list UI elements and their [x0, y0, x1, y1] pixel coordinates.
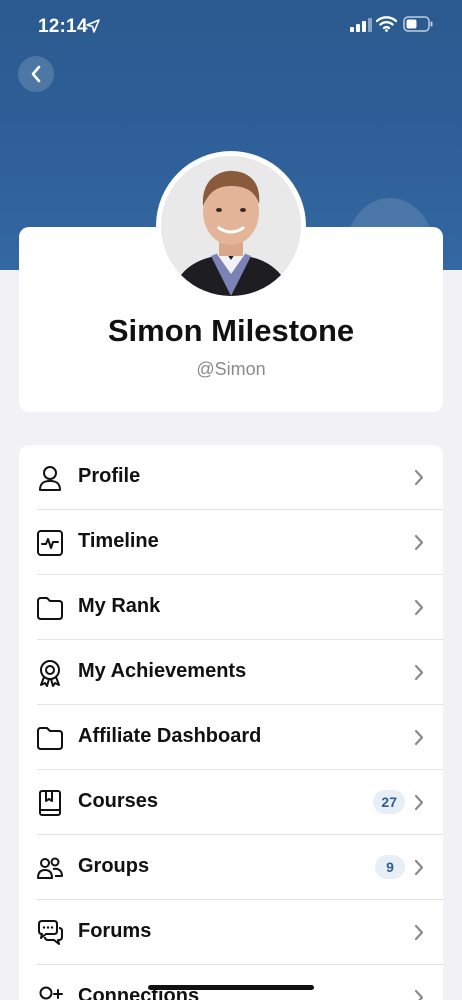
profile-name: Simon Milestone — [107, 313, 355, 348]
status-bar: 12:14 — [0, 0, 462, 52]
user-plus-icon — [39, 986, 63, 1000]
award-icon — [40, 660, 60, 687]
menu-item-timeline[interactable]: Timeline — [19, 510, 443, 575]
back-button[interactable] — [18, 56, 54, 92]
battery-icon — [403, 16, 433, 32]
chevron-right-icon — [414, 599, 424, 616]
groups-icon — [37, 857, 63, 879]
cellular-signal-icon — [350, 18, 372, 32]
profile-handle: @Simon — [196, 359, 266, 379]
menu-item-my-rank[interactable]: My Rank — [19, 575, 443, 640]
menu-item-label: Courses — [78, 790, 159, 812]
menu-item-profile[interactable]: Profile — [19, 445, 443, 510]
avatar[interactable] — [156, 151, 306, 301]
menu-item-label: My Rank — [78, 595, 161, 617]
chevron-right-icon — [414, 729, 424, 746]
count-badge: 27 — [373, 790, 405, 814]
menu-item-my-achievements[interactable]: My Achievements — [19, 640, 443, 705]
chat-bubbles-icon — [38, 920, 63, 945]
user-icon — [39, 466, 61, 491]
menu-item-label: Profile — [78, 465, 141, 487]
chevron-right-icon — [414, 664, 424, 681]
wifi-icon — [376, 16, 397, 32]
home-indicator[interactable] — [148, 985, 314, 990]
chevron-right-icon — [414, 989, 424, 1000]
folder-icon — [37, 597, 63, 620]
chevron-right-icon — [414, 469, 424, 486]
menu-item-label: My Achievements — [78, 660, 247, 682]
menu-item-label: Forums — [78, 920, 152, 942]
chevron-right-icon — [414, 924, 424, 941]
status-time: 12:14 — [38, 16, 88, 37]
menu-item-forums[interactable]: Forums — [19, 900, 443, 965]
book-icon — [39, 790, 61, 816]
avatar-photo — [161, 156, 301, 296]
chevron-right-icon — [414, 534, 424, 551]
chevron-left-icon — [31, 65, 41, 83]
menu-item-label: Groups — [78, 855, 150, 877]
location-arrow-icon — [86, 19, 100, 33]
menu-item-label: Timeline — [78, 530, 159, 552]
menu-item-label: Affiliate Dashboard — [78, 725, 262, 747]
menu-item-groups[interactable]: Groups 9 — [19, 835, 443, 900]
activity-icon — [37, 530, 63, 556]
menu-item-affiliate-dashboard[interactable]: Affiliate Dashboard — [19, 705, 443, 770]
folder-icon — [37, 727, 63, 750]
menu-item-courses[interactable]: Courses 27 — [19, 770, 443, 835]
menu-item-connections[interactable]: Connections — [19, 965, 443, 1000]
chevron-right-icon — [414, 859, 424, 876]
chevron-right-icon — [414, 794, 424, 811]
count-badge: 9 — [375, 855, 405, 879]
